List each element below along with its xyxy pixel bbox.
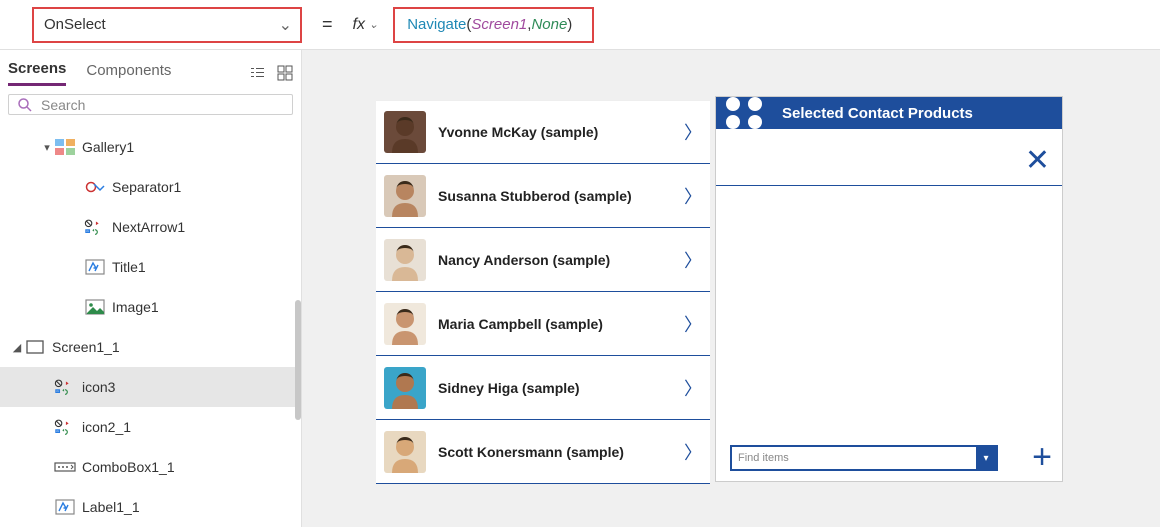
contact-name: Maria Campbell (sample): [438, 316, 672, 332]
state-icon: [54, 418, 76, 436]
state-icon: [54, 378, 76, 396]
avatar: [384, 303, 426, 345]
avatar: [384, 111, 426, 153]
title-icon: [54, 498, 76, 516]
find-items-combobox[interactable]: Find items ▾: [730, 445, 998, 471]
chevron-right-icon[interactable]: 〉: [684, 247, 702, 273]
contact-name: Sidney Higa (sample): [438, 380, 672, 396]
detail-header-text: Selected Contact Products: [782, 105, 973, 122]
tab-screens[interactable]: Screens: [8, 60, 66, 86]
tree-item-label: icon2_1: [82, 419, 131, 435]
search-placeholder: Search: [41, 97, 85, 113]
tree-item-label: Separator1: [112, 179, 181, 195]
image-icon: [84, 298, 106, 316]
tree-item-label: Title1: [112, 259, 146, 275]
avatar: [384, 239, 426, 281]
gallery-item[interactable]: Scott Konersmann (sample) 〉: [376, 420, 710, 484]
detail-panel: Selected Contact Products ✕ Find items ▾…: [715, 96, 1063, 482]
scrollbar[interactable]: [295, 300, 301, 420]
contact-name: Susanna Stubberod (sample): [438, 188, 672, 204]
tree-sidebar: Screens Components Search ▾ Gallery1 Separ…: [0, 50, 302, 527]
gallery-item[interactable]: Nancy Anderson (sample) 〉: [376, 228, 710, 292]
contact-name: Yvonne McKay (sample): [438, 124, 672, 140]
tree-item-separator1[interactable]: Separator1: [0, 167, 301, 207]
detail-header: Selected Contact Products: [716, 97, 1062, 129]
chevron-right-icon[interactable]: 〉: [684, 439, 702, 465]
tree-view-options-icon[interactable]: [249, 66, 267, 80]
tree-item-combobox1_1[interactable]: ComboBox1_1: [0, 447, 301, 487]
tree-item-label1_1[interactable]: Label1_1: [0, 487, 301, 527]
add-icon[interactable]: +: [1032, 438, 1052, 477]
tree-item-title1[interactable]: Title1: [0, 247, 301, 287]
control-tree: ▾ Gallery1 Separator1 NextArrow1 Title1 Image…: [0, 123, 301, 527]
search-icon: [17, 97, 33, 113]
contact-name: Nancy Anderson (sample): [438, 252, 672, 268]
tree-item-gallery1[interactable]: ▾ Gallery1: [0, 127, 301, 167]
gallery-item[interactable]: Maria Campbell (sample) 〉: [376, 292, 710, 356]
formula-bar: OnSelect ⌄ = fx ⌄ Navigate( Screen1, Non…: [0, 0, 1160, 50]
tree-item-label: ComboBox1_1: [82, 459, 175, 475]
chevron-right-icon[interactable]: 〉: [684, 311, 702, 337]
gallery-item[interactable]: Yvonne McKay (sample) 〉: [376, 100, 710, 164]
search-input[interactable]: Search: [8, 94, 293, 115]
chevron-down-icon: ▾: [976, 447, 996, 469]
grid-view-icon[interactable]: [277, 65, 293, 81]
tree-item-nextarrow1[interactable]: NextArrow1: [0, 207, 301, 247]
avatar: [384, 431, 426, 473]
tree-item-label: Image1: [112, 299, 159, 315]
tree-item-label: Label1_1: [82, 499, 140, 515]
tree-item-label: Screen1_1: [52, 339, 120, 355]
tree-item-label: NextArrow1: [112, 219, 185, 235]
tree-toggle-icon[interactable]: ▾: [40, 141, 54, 154]
canvas: Yvonne McKay (sample)〉Susanna Stubberod …: [302, 50, 1160, 527]
avatar: [384, 175, 426, 217]
tree-item-label: icon3: [82, 379, 115, 395]
contact-name: Scott Konersmann (sample): [438, 444, 672, 460]
separator: [716, 185, 1062, 186]
tree-item-icon2_1[interactable]: icon2_1: [0, 407, 301, 447]
tree-item-icon3[interactable]: icon3: [0, 367, 301, 407]
chevron-down-icon: ⌄: [369, 18, 378, 31]
chevron-down-icon: ⌄: [279, 15, 292, 35]
title-icon: [84, 258, 106, 276]
property-name: OnSelect: [44, 16, 106, 33]
contact-gallery: Yvonne McKay (sample)〉Susanna Stubberod …: [376, 100, 710, 484]
tree-toggle-icon[interactable]: ◢: [10, 341, 24, 354]
selection-handles[interactable]: [726, 95, 766, 131]
fx-text: fx: [353, 16, 365, 34]
chevron-right-icon[interactable]: 〉: [684, 375, 702, 401]
tree-item-image1[interactable]: Image1: [0, 287, 301, 327]
chevron-right-icon[interactable]: 〉: [684, 119, 702, 145]
state-icon: [84, 218, 106, 236]
chevron-right-icon[interactable]: 〉: [684, 183, 702, 209]
property-dropdown[interactable]: OnSelect ⌄: [32, 7, 302, 43]
gallery-icon: [54, 138, 76, 156]
fx-label[interactable]: fx ⌄: [353, 16, 379, 34]
tree-item-screen1_1[interactable]: ◢ Screen1_1: [0, 327, 301, 367]
tab-components[interactable]: Components: [86, 62, 171, 85]
find-placeholder: Find items: [732, 452, 976, 464]
equals-label: =: [322, 14, 333, 35]
combo-icon: [54, 458, 76, 476]
avatar: [384, 367, 426, 409]
formula-func: Navigate: [407, 16, 466, 33]
tree-item-label: Gallery1: [82, 139, 134, 155]
separator-icon: [84, 178, 106, 196]
gallery-item[interactable]: Susanna Stubberod (sample) 〉: [376, 164, 710, 228]
formula-input[interactable]: Navigate( Screen1, None ): [393, 7, 594, 43]
screen-icon: [24, 338, 46, 356]
gallery-item[interactable]: Sidney Higa (sample) 〉: [376, 356, 710, 420]
close-icon[interactable]: ✕: [1025, 143, 1050, 178]
